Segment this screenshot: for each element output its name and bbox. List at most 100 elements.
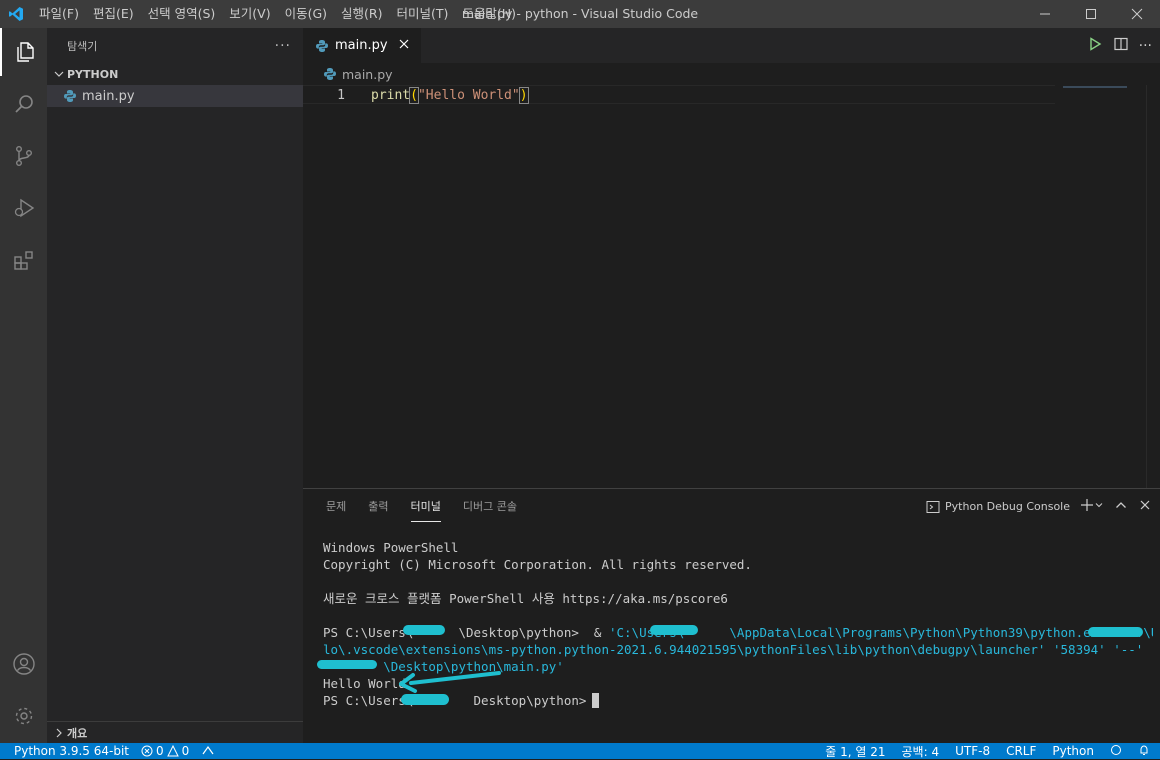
tab-terminal[interactable]: 터미널 [400,489,452,524]
file-item-main-py[interactable]: main.py [47,85,303,107]
redaction-mark [1088,627,1143,637]
bottom-panel: 문제 출력 터미널 디버그 콘솔 Python Debug Console Wi… [303,488,1160,743]
panel-tabs: 문제 출력 터미널 디버그 콘솔 [315,489,528,524]
terminal-selector[interactable]: Python Debug Console [926,500,1070,514]
maximize-button[interactable] [1068,0,1114,28]
terminal-prompt: PS C:\Users\ \Desktop\python> & [323,625,609,640]
breadcrumb: main.py [303,63,1160,85]
maximize-icon [1086,9,1096,19]
feedback-icon [1111,744,1121,755]
status-bar: Python 3.9.5 64-bit 0 0 줄 1, 열 21 공백: 4 … [0,743,1160,759]
encoding[interactable]: UTF-8 [955,744,990,758]
annotation-arrow-icon [399,671,501,693]
live-share-icon [202,745,214,754]
code-line: print("Hello World") [371,86,529,105]
problems-indicator[interactable]: 0 0 [141,744,189,758]
window-controls [1022,0,1160,28]
cursor-position[interactable]: 줄 1, 열 21 [825,743,885,760]
run-file-button[interactable] [1087,36,1103,56]
plus-chevron-icon [1081,499,1103,511]
gear-icon [15,707,32,725]
menu-file[interactable]: 파일(F) [32,0,86,28]
explorer-title: 탐색기 [67,39,98,53]
menu-terminal[interactable]: 터미널(T) [390,0,456,28]
python-file-icon [64,90,76,102]
new-terminal-button[interactable] [1080,498,1104,515]
redaction-mark [650,625,698,635]
close-panel-button[interactable] [1138,498,1152,515]
live-share-button[interactable] [201,744,215,759]
source-control-icon [15,146,32,167]
split-editor-icon [1114,37,1128,50]
account-icon [12,653,35,675]
search-button[interactable] [0,80,47,128]
explorer-button[interactable] [0,28,47,76]
search-icon [14,95,33,113]
split-editor-button[interactable] [1113,36,1129,56]
extensions-button[interactable] [0,236,47,284]
explorer-sidebar: 탐색기 ··· PYTHON main.py 개요 [47,28,303,743]
run-debug-button[interactable] [0,184,47,232]
language-mode[interactable]: Python [1052,744,1094,758]
terminal-line: PS C:\Users\ \Desktop\python> & 'C:\User… [323,624,1153,641]
code-open-paren: ( [409,87,419,104]
terminal-line: 새로운 크로스 플랫폼 PowerShell 사용 https://aka.ms… [323,591,728,606]
terminal-line-empty [323,573,1153,590]
outline-section[interactable]: 개요 [47,721,303,743]
manage-button[interactable] [0,692,47,740]
tab-output[interactable]: 출력 [357,489,399,524]
terminal-line: Copyright (C) Microsoft Corporation. All… [323,557,752,572]
breadcrumb-file[interactable]: main.py [342,67,393,82]
minimize-icon [1040,13,1050,15]
more-actions-button[interactable]: ··· [275,38,291,54]
terminal-selector-label: Python Debug Console [945,500,1070,513]
chevron-right-icon [56,728,62,737]
feedback-button[interactable] [1110,744,1122,759]
menu-run[interactable]: 실행(R) [334,0,389,28]
error-count: 0 [156,744,164,758]
terminal-icon [926,500,940,513]
menu-go[interactable]: 이동(G) [278,0,334,28]
close-icon [1140,500,1150,510]
code-editor[interactable]: 1 print("Hello World") [303,85,1055,104]
minimap[interactable] [1063,86,1127,88]
menu-help[interactable]: 도움말(H) [455,0,523,28]
chevron-up-icon [1116,502,1126,508]
line-number: 1 [337,88,345,103]
notifications-button[interactable] [1138,744,1150,759]
code-close-paren: ) [518,87,529,104]
terminal-cursor [592,693,600,708]
panel-actions: Python Debug Console [926,489,1152,524]
close-tab-button[interactable] [397,37,411,55]
end-of-line[interactable]: CRLF [1006,744,1036,758]
tab-main-py[interactable]: main.py [303,28,421,63]
bell-icon [1140,744,1148,755]
tab-label: main.py [335,38,388,53]
indentation[interactable]: 공백: 4 [902,743,940,760]
python-interpreter[interactable]: Python 3.9.5 64-bit [14,744,129,758]
tab-problems[interactable]: 문제 [315,489,357,524]
menu-edit[interactable]: 편집(E) [86,0,141,28]
play-icon [1089,36,1101,51]
editor-tabs: main.py ··· [303,28,1160,63]
close-window-button[interactable] [1114,0,1160,28]
folder-section[interactable]: PYTHON [47,63,303,85]
menu-selection[interactable]: 선택 영역(S) [141,0,223,28]
tab-debug-console[interactable]: 디버그 콘솔 [452,489,528,524]
source-control-button[interactable] [0,132,47,180]
editor-more-button[interactable]: ··· [1139,38,1152,54]
editor-scrollbar[interactable] [1146,85,1160,488]
extensions-icon [13,251,33,270]
python-file-icon [316,39,328,52]
close-icon [399,39,409,49]
minimize-button[interactable] [1022,0,1068,28]
menu-view[interactable]: 보기(V) [222,0,277,28]
accounts-button[interactable] [0,640,47,688]
vscode-logo-icon [0,0,32,28]
menu-bar: 파일(F) 편집(E) 선택 영역(S) 보기(V) 이동(G) 실행(R) 터… [32,0,523,28]
maximize-panel-button[interactable] [1114,498,1128,515]
title-bar: 파일(F) 편집(E) 선택 영역(S) 보기(V) 이동(G) 실행(R) 터… [0,0,1160,28]
activity-bar [0,28,47,743]
chevron-down-icon [54,71,64,77]
files-icon [16,42,34,62]
